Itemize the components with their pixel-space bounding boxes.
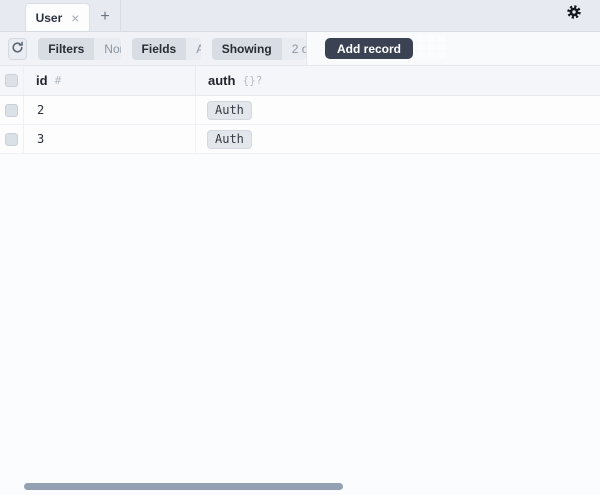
cell-id[interactable]: 3: [24, 125, 196, 153]
cell-id[interactable]: 2: [24, 96, 196, 124]
row-checkbox[interactable]: [5, 133, 18, 146]
column-name: id: [36, 73, 48, 88]
fields-value: All: [186, 38, 200, 60]
tab-bar: User × +: [0, 0, 600, 32]
row-checkbox-cell: [0, 96, 24, 124]
studio-window: User × +: [0, 0, 600, 495]
auth-relation-badge[interactable]: Auth: [207, 130, 252, 149]
table-header: id # auth {}?: [0, 66, 600, 96]
tab-label: User: [36, 11, 63, 25]
cell-auth[interactable]: Auth: [196, 96, 600, 124]
close-icon[interactable]: ×: [71, 13, 79, 23]
int-type-icon: #: [55, 74, 62, 87]
table-row[interactable]: 3 Auth: [0, 125, 600, 154]
showing-button[interactable]: Showing 2 of 2: [212, 38, 306, 60]
row-checkbox-cell: [0, 125, 24, 153]
refresh-button[interactable]: [8, 38, 27, 60]
cell-auth[interactable]: Auth: [196, 125, 600, 153]
add-tab-button[interactable]: +: [90, 3, 120, 31]
tab-user[interactable]: User ×: [25, 3, 90, 31]
fields-button[interactable]: Fields All: [132, 38, 201, 60]
select-all-checkbox[interactable]: [5, 74, 18, 87]
toolbar-left: Filters None Fields All Showing 2 of 2: [0, 32, 307, 65]
plus-icon: +: [100, 8, 109, 26]
table-row[interactable]: 2 Auth: [0, 96, 600, 125]
horizontal-scrollbar-thumb[interactable]: [24, 483, 343, 490]
showing-label: Showing: [212, 38, 282, 60]
header-checkbox-cell: [0, 66, 24, 95]
refresh-icon: [11, 41, 24, 57]
filters-value: None: [94, 38, 120, 60]
column-header-id[interactable]: id #: [24, 66, 196, 95]
toolbar: Filters None Fields All Showing 2 of 2 A…: [0, 32, 600, 66]
column-header-auth[interactable]: auth {}?: [196, 66, 600, 95]
table-empty-area: [0, 154, 600, 495]
table-grid-icon: [416, 34, 446, 65]
auth-relation-badge[interactable]: Auth: [207, 101, 252, 120]
json-optional-type-icon: {}?: [242, 74, 262, 87]
add-record-button[interactable]: Add record: [325, 38, 413, 59]
fields-label: Fields: [132, 38, 187, 60]
toolbar-right: Add record: [307, 32, 600, 65]
row-checkbox[interactable]: [5, 104, 18, 117]
column-name: auth: [208, 73, 235, 88]
tab-bar-divider: [120, 0, 121, 31]
filters-button[interactable]: Filters None: [38, 38, 120, 60]
gear-icon[interactable]: [566, 4, 582, 20]
filters-label: Filters: [38, 38, 94, 60]
showing-value: 2 of 2: [282, 38, 306, 60]
